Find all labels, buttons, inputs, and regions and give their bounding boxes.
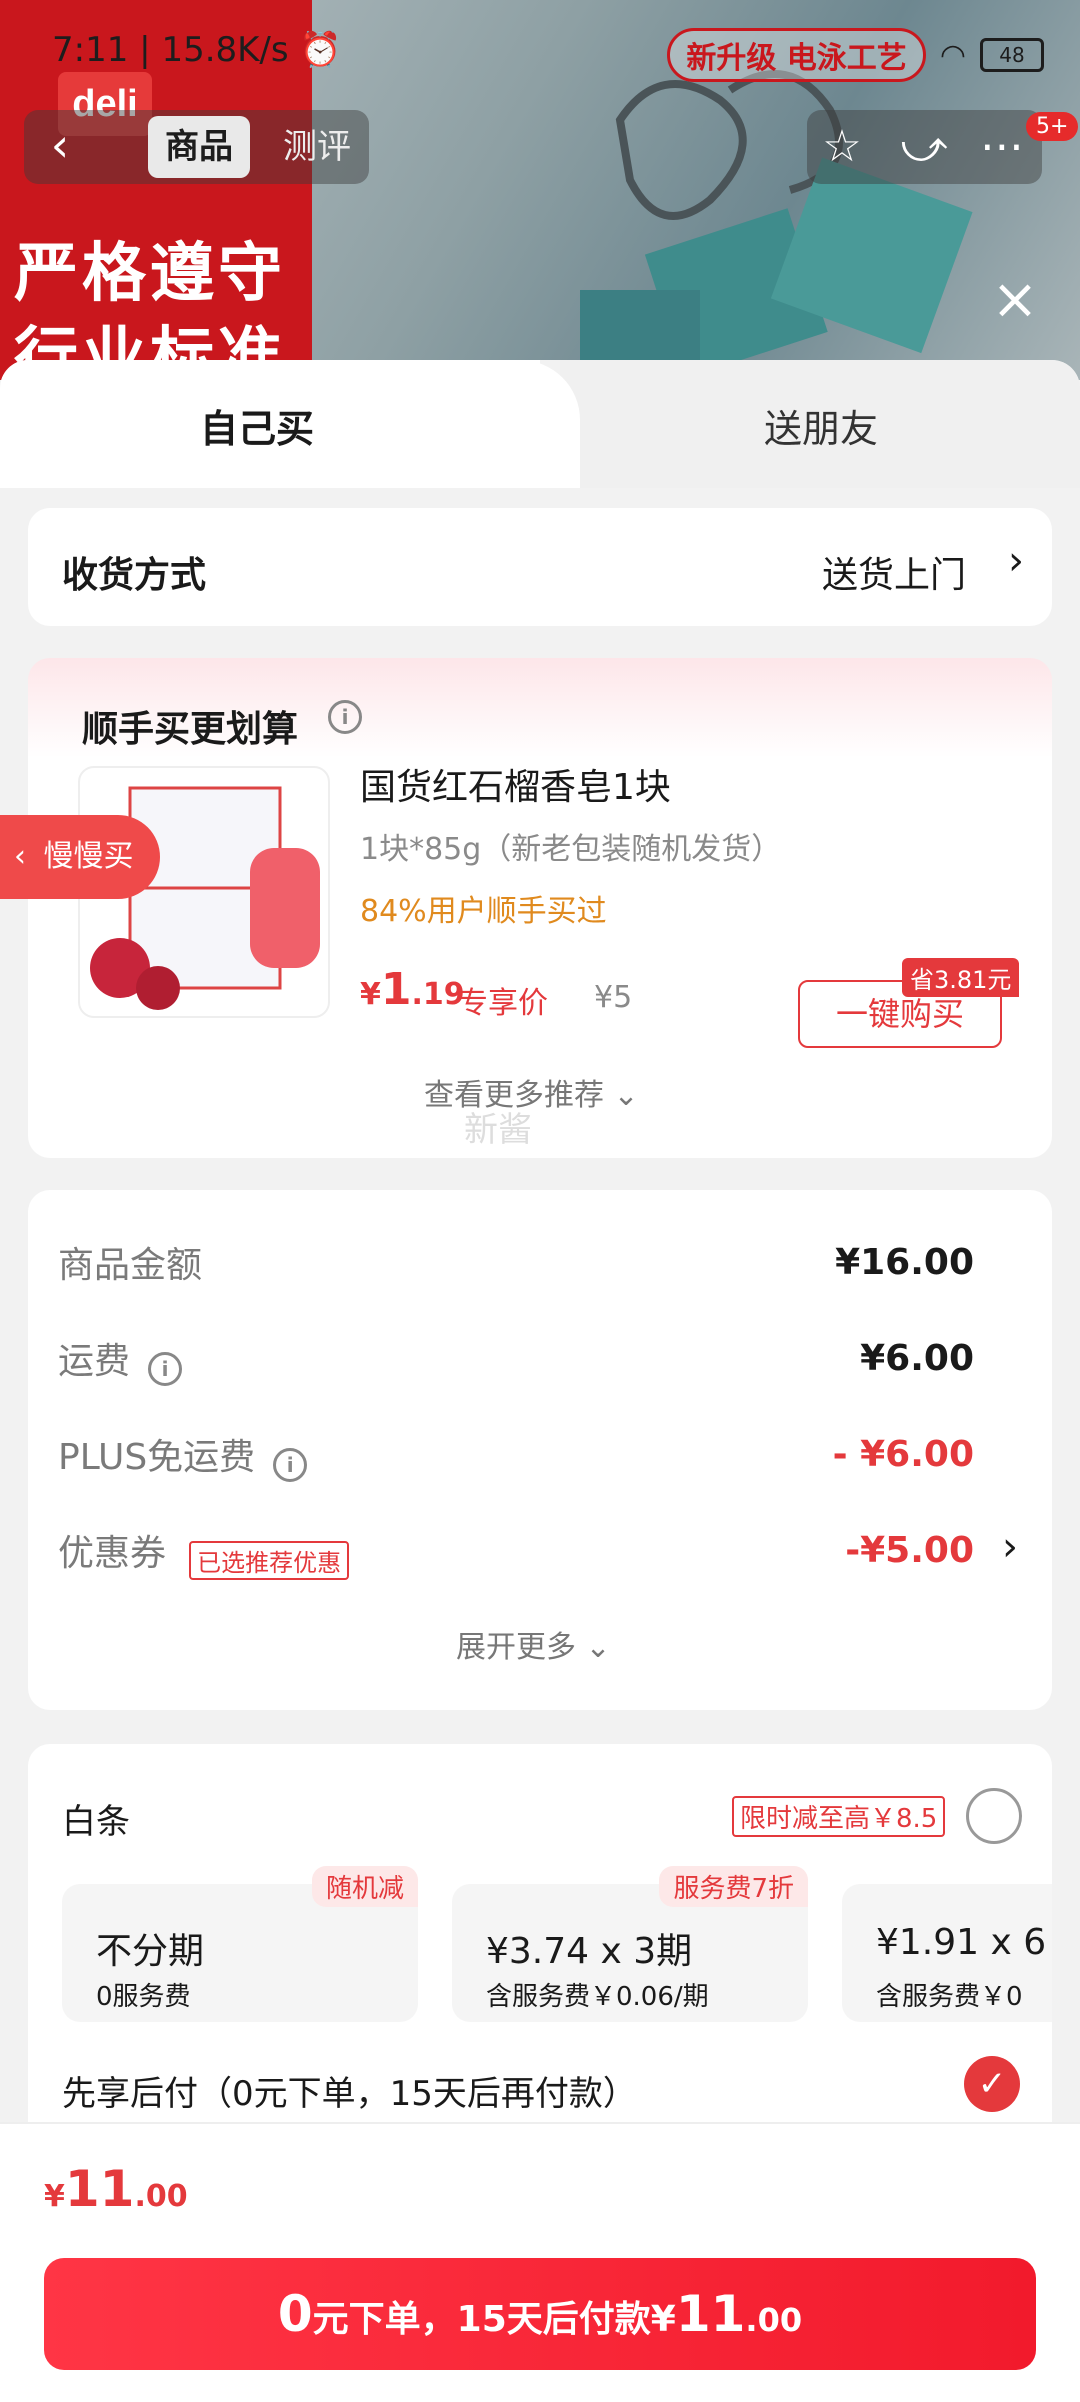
slow-buy-floater[interactable]: ‹ 慢慢买 (0, 815, 160, 899)
addon-price-int: 1 (380, 964, 412, 1015)
addon-price: ¥1.19 (360, 964, 465, 1015)
checkmark-icon[interactable]: ✓ (964, 2056, 1020, 2112)
freight-label: 运费 (58, 1341, 131, 1382)
coupon-value: -¥5.00 (845, 1530, 974, 1571)
save-badge: 省3.81元 (902, 958, 1020, 997)
addon-social-proof: 84%用户顺手买过 (360, 894, 607, 929)
plan-sub: 0服务费 (96, 1982, 191, 2012)
coupon-row[interactable]: 优惠券 已选推荐优惠 -¥5.00 › (58, 1524, 1018, 1584)
goods-amount-label: 商品金额 (58, 1245, 203, 1286)
coupon-tag: 已选推荐优惠 (189, 1541, 350, 1580)
total-dec: .00 (134, 2179, 188, 2214)
plus-free-freight-label: PLUS免运费 (58, 1437, 256, 1478)
goods-amount-row: 商品金额 ¥16.00 (58, 1236, 1018, 1296)
submit-dec: .00 (745, 2301, 803, 2339)
bottom-bar: ¥11.00 0元下单，15天后付款¥11.00 (0, 2122, 1080, 2402)
plan-title: ¥3.74 x 3期 (486, 1931, 693, 1972)
chevron-right-icon: › (1008, 538, 1024, 584)
plan-sub: 含服务费￥0 (876, 1982, 1023, 2012)
plan-tag: 服务费7折 (659, 1866, 808, 1907)
plan-no-installment[interactable]: 随机减 不分期 0服务费 (62, 1866, 418, 2022)
addon-price-dec: .19 (411, 977, 465, 1012)
plan-tag: 随机减 (311, 1866, 418, 1907)
chevron-down-icon: ⌄ (613, 1078, 639, 1113)
message-badge: 5+ (1026, 112, 1079, 141)
baitiao-radio[interactable] (966, 1788, 1022, 1844)
chevron-right-icon: › (1002, 1524, 1018, 1570)
addon-price-tag: 专享价 (458, 986, 548, 1021)
product-banner: deli 严格遵守 行业标准 7:11 | 15.8K/s ⏰ 新升级 电泳工艺… (0, 0, 1080, 380)
status-right: 新升级 电泳工艺 ◠ 48 (667, 28, 1044, 82)
baitiao-label: 白条 (62, 1802, 130, 1842)
delivery-label: 收货方式 (62, 555, 207, 596)
coupon-label: 优惠券 (58, 1533, 167, 1574)
status-time: 7:11 | 15.8K/s ⏰ (52, 30, 342, 70)
chevron-left-icon: ‹ (14, 839, 26, 874)
plan-title: ¥1.91 x 6 (876, 1922, 1047, 1963)
close-icon[interactable]: × (985, 270, 1045, 330)
freight-value: ¥6.00 (860, 1338, 974, 1379)
star-icon[interactable]: ☆ (812, 116, 872, 178)
plan-title: 不分期 (96, 1931, 205, 1972)
chevron-down-icon: ⌄ (585, 1630, 611, 1665)
addon-title: 顺手买更划算 (82, 709, 299, 750)
floater-label: 慢慢买 (43, 839, 134, 874)
delivery-card[interactable]: 收货方式 送货上门 › (28, 508, 1052, 626)
plus-free-freight-row: PLUS免运费 i - ¥6.00 (58, 1428, 1018, 1488)
tab-goods[interactable]: 商品 (148, 116, 250, 178)
info-icon[interactable]: i (328, 700, 362, 734)
tab-friend-label: 送朋友 (764, 407, 879, 451)
expand-more[interactable]: 展开更多 ⌄ (456, 1622, 611, 1666)
submit-int: 11 (675, 2285, 746, 2343)
plan-3-installments[interactable]: 服务费7折 ¥3.74 x 3期 含服务费￥0.06/期 (452, 1866, 808, 2022)
info-icon[interactable]: i (273, 1447, 308, 1482)
net-speed: 15.8K/s (161, 30, 289, 70)
binder-clip-image (580, 70, 973, 380)
watermark: 新酱 (464, 1110, 532, 1150)
expand-more-label: 展开更多 (456, 1630, 576, 1665)
addon-price-currency: ¥ (360, 977, 381, 1012)
pay-later-label: 先享后付（0元下单，15天后再付款） (62, 2074, 637, 2114)
info-icon[interactable]: i (148, 1351, 183, 1386)
price-detail-card: 商品金额 ¥16.00 运费 i ¥6.00 PLUS免运费 i - ¥6.00 优… (28, 1190, 1052, 1710)
slogan-line1: 严格遵守 (14, 237, 286, 311)
baitiao-promo: 限时减至高￥8.5 (732, 1796, 946, 1837)
addon-spec: 1块*85g（新老包装随机发货） (360, 832, 782, 867)
upgrade-badge: 新升级 电泳工艺 (667, 28, 926, 82)
tab-self-label: 自己买 (200, 407, 315, 451)
total-int: 11 (64, 2160, 135, 2218)
submit-order-button[interactable]: 0元下单，15天后付款¥11.00 (44, 2258, 1036, 2370)
delivery-value: 送货上门 (821, 555, 966, 596)
submit-mid: 元下单，15天后付款¥ (312, 2299, 676, 2340)
freight-row: 运费 i ¥6.00 (58, 1332, 1018, 1392)
share-icon[interactable]: ⤻ (894, 116, 954, 178)
total-price: ¥11.00 (44, 2160, 188, 2218)
back-button[interactable]: ‹ (24, 110, 96, 184)
total-currency: ¥ (44, 2179, 65, 2214)
wifi-icon: ◠ (939, 37, 966, 73)
addon-card: 顺手买更划算 i 国货红石榴香皂1块 1块*85g（新老包装随机发货） 84%用… (28, 658, 1052, 1158)
goods-amount-value: ¥16.00 (835, 1242, 974, 1283)
clock: 7:11 (52, 30, 129, 70)
checkout-sheet: 自己买 送朋友 收货方式 送货上门 › 顺手买更划算 i 国货红石榴香皂1块 1… (0, 360, 1080, 2400)
submit-prefix: 0 (277, 2285, 313, 2343)
battery-icon: 48 (980, 38, 1044, 72)
plus-free-freight-value: - ¥6.00 (832, 1434, 974, 1475)
more-icon[interactable]: ⋯ (972, 116, 1032, 178)
plan-6-installments[interactable]: ¥1.91 x 6 含服务费￥0 (842, 1884, 1052, 2022)
tab-review[interactable]: 测评 (272, 116, 362, 178)
plan-sub: 含服务费￥0.06/期 (486, 1982, 709, 2012)
addon-orig-price: ¥5 (594, 980, 633, 1015)
addon-product-name[interactable]: 国货红石榴香皂1块 (360, 758, 671, 810)
